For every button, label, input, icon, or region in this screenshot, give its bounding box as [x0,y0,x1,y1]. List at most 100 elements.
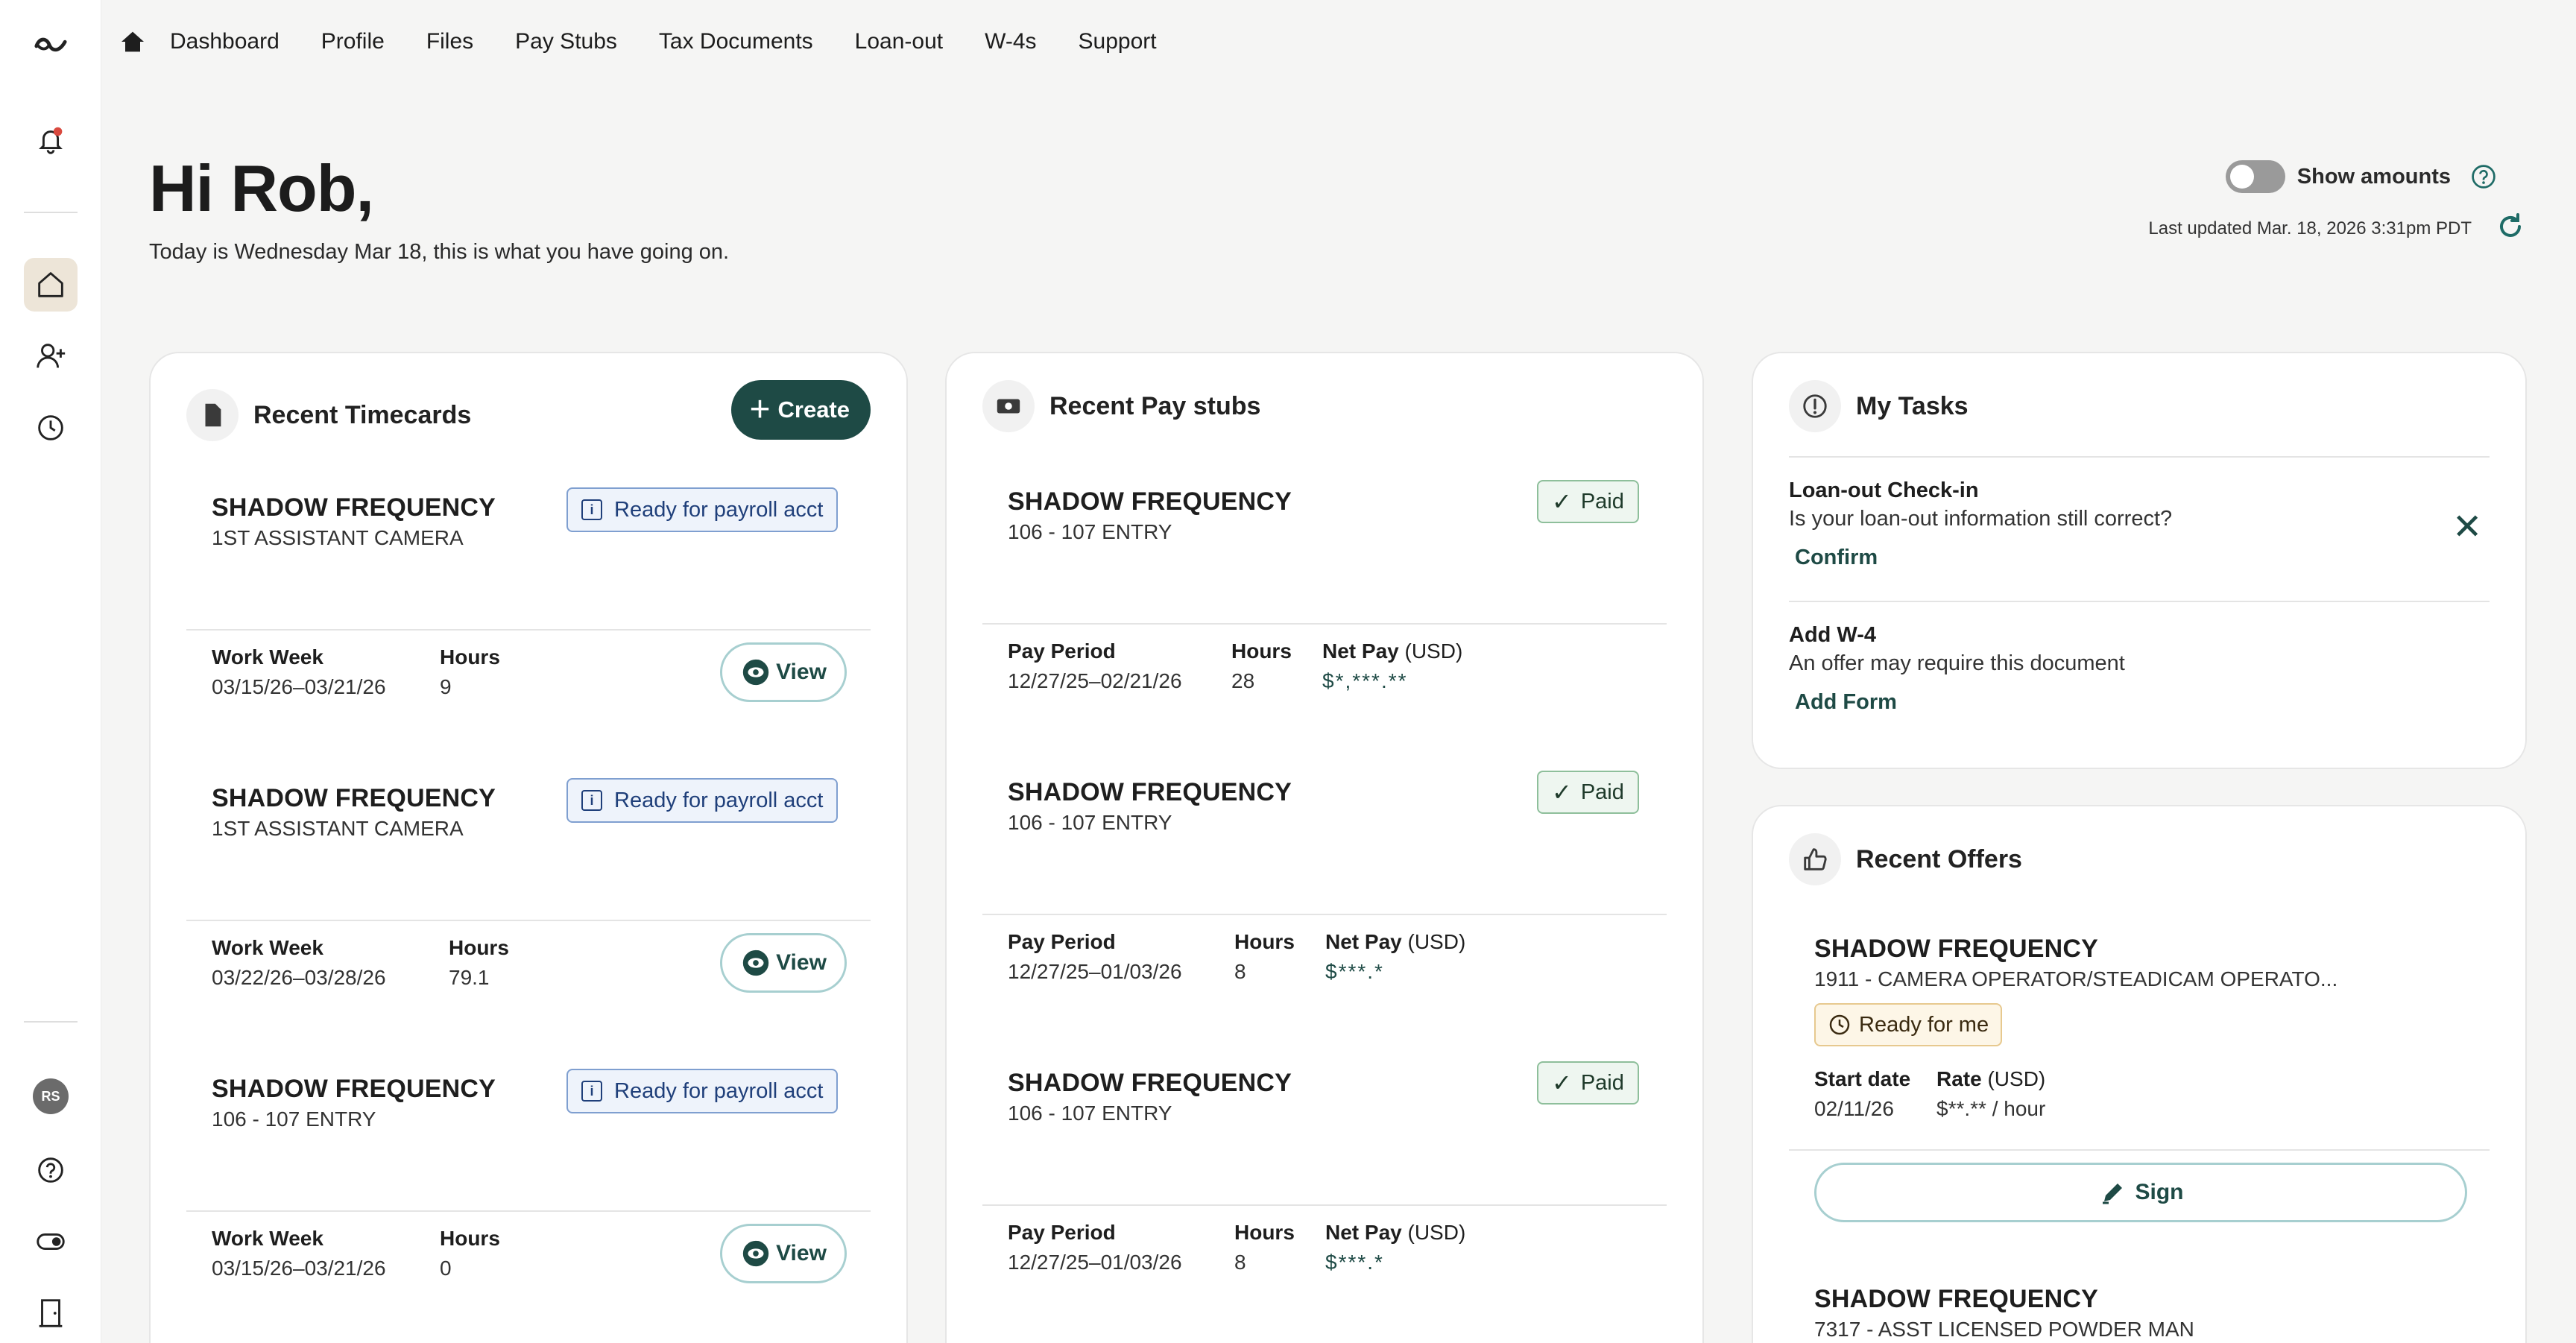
net-pay-value: $*,***.** [1322,669,1408,692]
status-text: Ready for payroll acct [614,497,824,522]
logo-icon[interactable] [24,18,78,72]
paystub-production: SHADOW FREQUENCY [1008,778,1292,806]
work-week-value: 03/22/26–03/28/26 [212,966,386,989]
sidebar-item-home[interactable] [24,258,78,312]
divider [186,920,871,921]
page-title: Hi Rob, [149,151,374,225]
net-pay-label: Net Pay (USD) [1325,930,1465,954]
pay-period-label: Pay Period [1008,639,1116,663]
hours-label: Hours [440,1227,500,1250]
net-pay-unit: (USD) [1407,930,1466,953]
timecard-production: SHADOW FREQUENCY [212,784,496,812]
nav-support[interactable]: Support [1079,29,1157,54]
nav-profile[interactable]: Profile [321,29,385,54]
money-icon [982,380,1035,432]
check-icon: ✓ [1552,488,1572,515]
clock-icon [38,415,63,440]
offers-title: Recent Offers [1856,844,2022,873]
timecard-role: 1ST ASSISTANT CAMERA [212,526,464,549]
help-icon [38,1157,63,1183]
rate-unit: (USD) [1987,1067,2046,1090]
info-icon: i [581,499,602,520]
paystub-role: 106 - 107 ENTRY [1008,811,1172,834]
paystubs-card: Recent Pay stubs SHADOW FREQUENCY 106 - … [945,352,1704,1343]
view-button[interactable]: View [720,933,847,993]
timecard-production: SHADOW FREQUENCY [212,493,496,522]
sidebar-divider [24,1021,78,1023]
net-pay-text: Net Pay [1325,930,1402,953]
work-week-value: 03/15/26–03/21/26 [212,675,386,698]
nav-dashboard[interactable]: Dashboard [170,29,280,54]
sidebar-item-history[interactable] [24,401,78,455]
work-week-label: Work Week [212,1227,323,1250]
pay-period-value: 12/27/25–01/03/26 [1008,960,1182,983]
view-label: View [776,1241,827,1265]
clock-icon [1829,1014,1850,1035]
refresh-icon[interactable] [2496,212,2525,241]
add-user-icon [37,344,66,368]
work-week-label: Work Week [212,645,323,669]
offer-role: 7317 - ASST LICENSED POWDER MAN [1814,1318,2194,1341]
status-text: Ready for me [1859,1012,1989,1037]
hours-value: 28 [1231,669,1255,692]
notifications-icon[interactable] [24,113,78,167]
thumbs-up-icon [1789,833,1841,885]
check-icon: ✓ [1552,1069,1572,1096]
show-amounts-control: Show amounts [2225,160,2497,193]
hours-label: Hours [440,645,500,669]
hours-value: 9 [440,675,452,698]
net-pay-text: Net Pay [1322,639,1399,663]
sidebar-item-add-user[interactable] [24,329,78,383]
sidebar-item-theme-toggle[interactable] [24,1215,78,1268]
close-icon[interactable]: ✕ [2452,510,2482,546]
work-week-value: 03/15/26–03/21/26 [212,1257,386,1280]
nav-tax-documents[interactable]: Tax Documents [659,29,813,54]
tasks-card: My Tasks Loan-out Check-in Is your loan-… [1752,352,2527,769]
toggle-icon [37,1233,65,1251]
nav-pay-stubs[interactable]: Pay Stubs [515,29,617,54]
confirm-link[interactable]: Confirm [1795,546,1878,570]
show-amounts-toggle[interactable] [2225,160,2285,193]
add-form-link[interactable]: Add Form [1795,690,1897,715]
status-badge: i Ready for payroll acct [566,487,839,532]
status-badge: ✓ Paid [1537,1061,1639,1105]
status-text: Ready for payroll acct [614,788,824,812]
offer-production: SHADOW FREQUENCY [1814,1285,2098,1313]
nav-home-icon[interactable] [118,27,148,57]
divider [982,623,1667,625]
work-week-label: Work Week [212,936,323,959]
status-text: Paid [1580,1070,1624,1095]
net-pay-label: Net Pay (USD) [1322,639,1462,663]
nav-loan-out[interactable]: Loan-out [855,29,943,54]
paystub-role: 106 - 107 ENTRY [1008,1102,1172,1125]
document-icon [186,389,239,441]
page-subtitle: Today is Wednesday Mar 18, this is what … [149,240,730,264]
task-title: Add W-4 [1789,623,1877,647]
timecards-card: Recent Timecards + Create SHADOW FREQUENC… [149,352,908,1343]
avatar[interactable]: RS [33,1078,69,1114]
door-icon [39,1299,63,1327]
hours-value: 8 [1234,1251,1246,1274]
hours-label: Hours [1231,639,1292,663]
pay-period-label: Pay Period [1008,1221,1116,1244]
rate-value: $**.** / hour [1936,1097,2046,1120]
eye-icon [742,659,769,686]
status-text: Paid [1580,780,1624,804]
divider [186,1210,871,1212]
timecard-production: SHADOW FREQUENCY [212,1075,496,1103]
help-icon[interactable] [2470,163,2497,190]
sidebar-item-help[interactable] [24,1143,78,1197]
paystub-production: SHADOW FREQUENCY [1008,487,1292,516]
create-timecard-button[interactable]: + Create [731,380,871,440]
status-text: Paid [1580,489,1624,514]
view-button[interactable]: View [720,1224,847,1283]
task-description: Is your loan-out information still corre… [1789,507,2173,531]
sign-button[interactable]: Sign [1814,1163,2467,1222]
nav-w4s[interactable]: W-4s [985,29,1036,54]
sidebar-item-logout[interactable] [24,1286,78,1340]
hours-label: Hours [1234,1221,1295,1244]
nav-files[interactable]: Files [426,29,473,54]
eye-icon [742,949,769,976]
view-button[interactable]: View [720,642,847,702]
hours-label: Hours [449,936,509,959]
